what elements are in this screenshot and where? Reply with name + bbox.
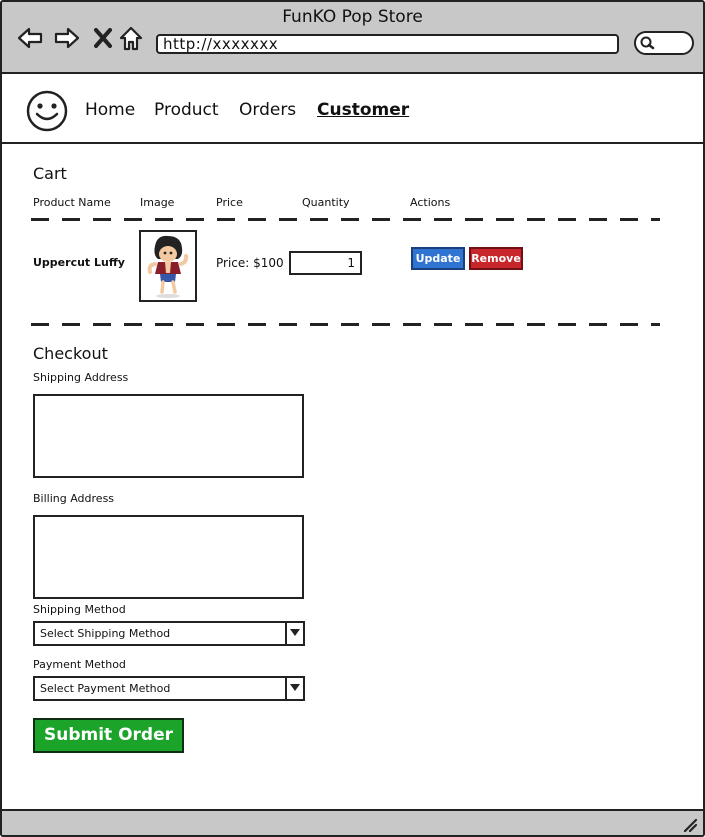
nav-orders[interactable]: Orders bbox=[239, 100, 296, 120]
url-input[interactable]: http://xxxxxxx bbox=[156, 34, 619, 54]
shipping-method-select[interactable]: Select Shipping Method bbox=[33, 621, 305, 646]
payment-method-select[interactable]: Select Payment Method bbox=[33, 676, 305, 701]
col-image: Image bbox=[140, 196, 175, 209]
dropdown-chevron-icon[interactable] bbox=[285, 678, 303, 699]
shipping-address-textarea[interactable] bbox=[33, 394, 304, 478]
figure-image bbox=[147, 235, 189, 298]
product-name: Uppercut Luffy bbox=[33, 256, 125, 269]
status-bar bbox=[2, 809, 703, 835]
back-arrow-icon[interactable] bbox=[16, 24, 44, 52]
nav-product[interactable]: Product bbox=[154, 100, 219, 120]
col-actions: Actions bbox=[410, 196, 451, 209]
search-icon bbox=[640, 36, 655, 50]
payment-method-label: Payment Method bbox=[33, 658, 126, 671]
col-product-name: Product Name bbox=[33, 196, 111, 209]
resize-grip-icon[interactable] bbox=[681, 816, 697, 832]
close-icon[interactable] bbox=[90, 24, 118, 52]
product-price: Price: $100 bbox=[216, 256, 284, 270]
col-quantity: Quantity bbox=[302, 196, 350, 209]
shipping-address-label: Shipping Address bbox=[33, 371, 129, 384]
cart-title: Cart bbox=[33, 164, 67, 183]
submit-order-button[interactable]: Submit Order bbox=[33, 718, 184, 753]
app-navbar: Home Product Orders Customer bbox=[2, 74, 703, 144]
remove-button[interactable]: Remove bbox=[469, 247, 523, 270]
dropdown-chevron-icon[interactable] bbox=[285, 623, 303, 644]
col-price: Price bbox=[216, 196, 243, 209]
shipping-method-label: Shipping Method bbox=[33, 603, 126, 616]
update-button[interactable]: Update bbox=[411, 247, 465, 270]
nav-customer[interactable]: Customer bbox=[317, 100, 409, 120]
payment-method-value: Select Payment Method bbox=[40, 682, 171, 695]
divider bbox=[31, 323, 660, 326]
checkout-title: Checkout bbox=[33, 344, 108, 363]
divider bbox=[31, 218, 660, 221]
shipping-method-value: Select Shipping Method bbox=[40, 627, 171, 640]
billing-address-textarea[interactable] bbox=[33, 515, 304, 599]
nav-home[interactable]: Home bbox=[85, 100, 135, 120]
product-image bbox=[139, 230, 197, 302]
home-icon[interactable] bbox=[117, 24, 145, 52]
forward-arrow-icon[interactable] bbox=[53, 24, 81, 52]
billing-address-label: Billing Address bbox=[33, 492, 115, 505]
browser-toolbar: FunKO Pop Store http://xxxxxxx bbox=[2, 2, 703, 74]
quantity-input[interactable]: 1 bbox=[289, 251, 362, 275]
smiley-logo-icon[interactable] bbox=[25, 89, 69, 133]
browser-window: FunKO Pop Store http://xxxxxxx Home Prod… bbox=[0, 0, 705, 837]
browser-search-field[interactable] bbox=[634, 31, 694, 55]
